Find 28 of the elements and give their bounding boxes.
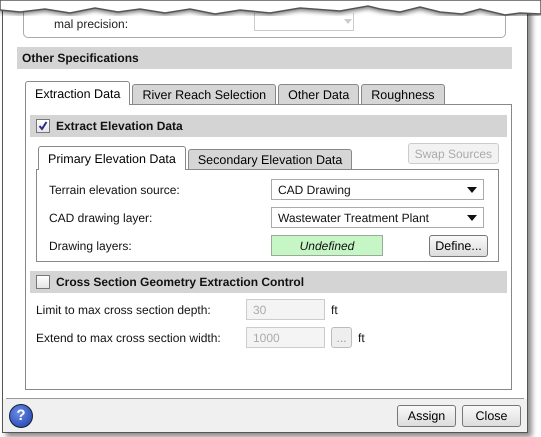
dialog-button[interactable]: Assign <box>397 404 456 426</box>
help-icon[interactable]: ? <box>9 404 33 428</box>
dialog-button[interactable]: Close <box>462 404 521 426</box>
tab[interactable]: Secondary Elevation Data <box>188 149 352 169</box>
unit-label: ft <box>358 330 365 344</box>
caret-icon <box>467 186 477 192</box>
dropdown[interactable]: Wastewater Treatment Plant <box>271 207 484 228</box>
tab[interactable]: Primary Elevation Data <box>38 146 186 170</box>
field-label: Drawing layers: <box>49 238 133 252</box>
field-label: Limit to max cross section depth: <box>36 302 212 316</box>
checkbox[interactable] <box>36 119 50 133</box>
field-label: Extend to max cross section width: <box>36 330 222 344</box>
dropdown[interactable]: CAD Drawing <box>271 179 484 200</box>
group-title: Cross Section Geometry Extraction Control <box>56 275 304 289</box>
section-header: Other Specifications <box>17 47 512 69</box>
field-label: mal precision: <box>54 17 130 31</box>
unit-label: ft <box>331 302 338 316</box>
group-title: Extract Elevation Data <box>56 119 183 133</box>
tab[interactable]: River Reach Selection <box>132 84 276 104</box>
field-label: Terrain elevation source: <box>49 182 181 196</box>
define-button[interactable]: Define... <box>429 234 488 256</box>
checkbox[interactable] <box>36 275 50 289</box>
caret-icon <box>467 214 477 220</box>
tab[interactable]: Other Data <box>278 84 360 104</box>
field-label: CAD drawing layer: <box>49 210 154 224</box>
tab[interactable]: Roughness <box>361 84 445 104</box>
tab[interactable]: Extraction Data <box>25 81 130 105</box>
status-field: Undefined <box>271 235 383 256</box>
